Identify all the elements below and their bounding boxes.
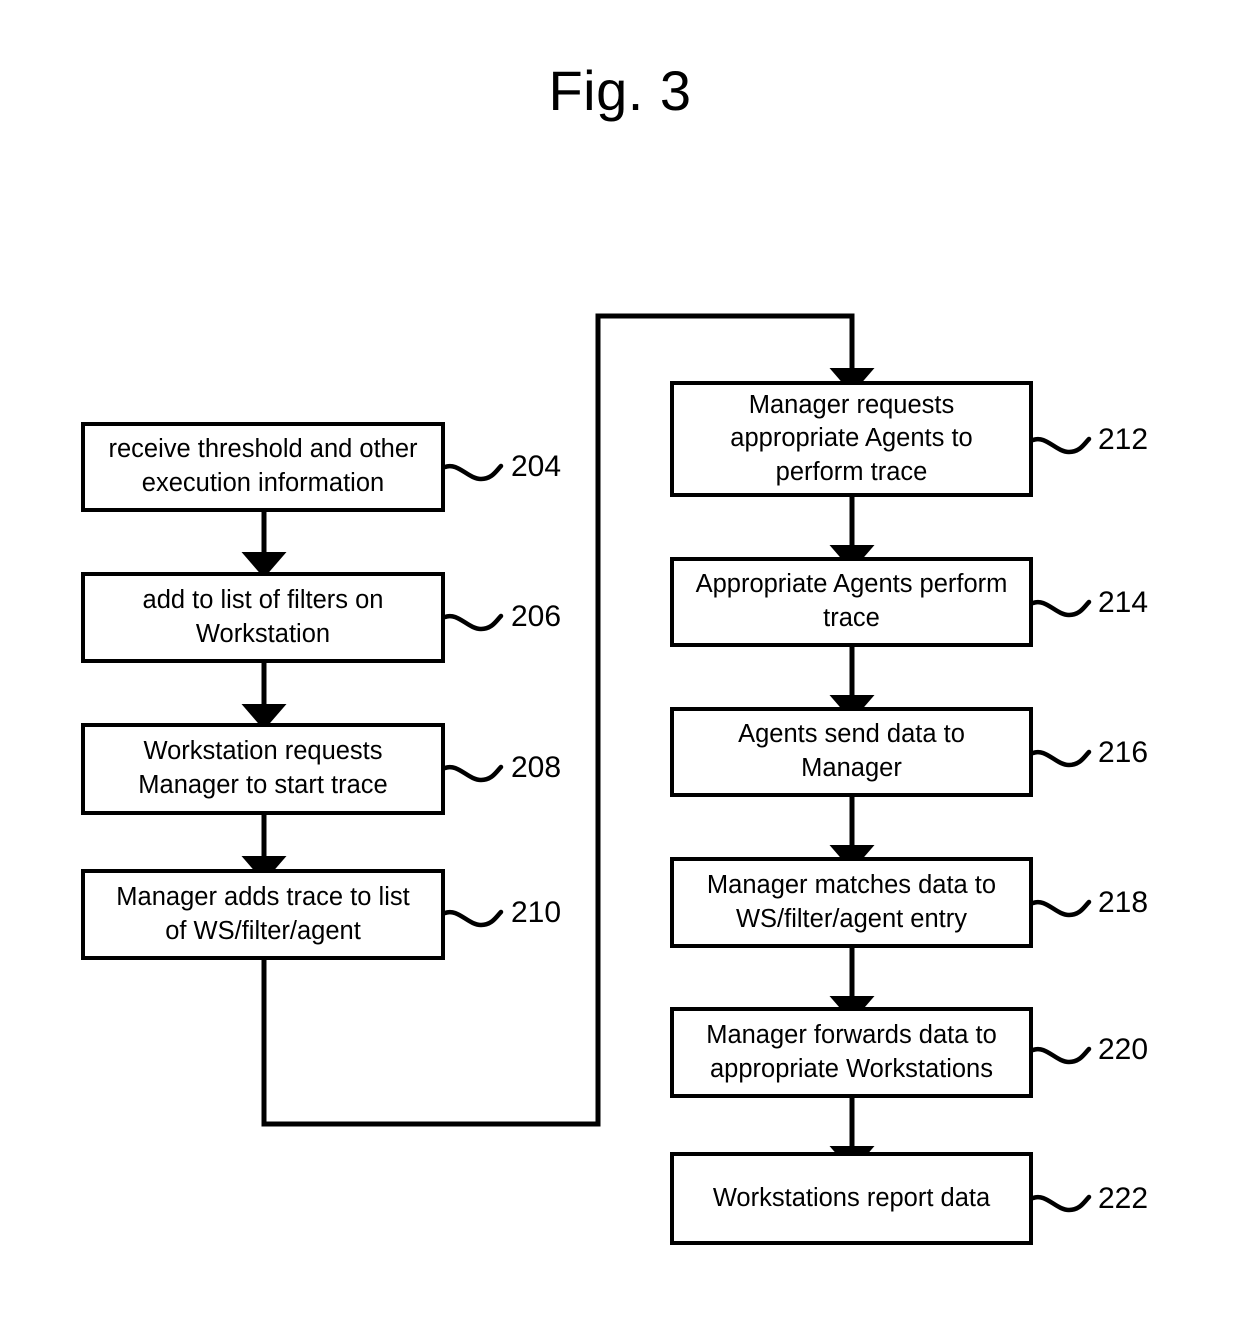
reference-numeral-216: 216 xyxy=(1098,736,1149,769)
flowchart-node-212-text: Manager requests appropriate Agents to p… xyxy=(730,390,973,486)
ref-leader-218 xyxy=(1030,899,1092,918)
flowchart-node-212[interactable]: Manager requests appropriate Agents to p… xyxy=(670,381,1033,497)
ref-leader-220 xyxy=(1030,1046,1092,1065)
flowchart-node-210-text: Manager adds trace to list of WS/filter/… xyxy=(116,882,410,945)
flowchart-node-214[interactable]: Appropriate Agents perform trace xyxy=(670,557,1033,647)
reference-numeral-218: 218 xyxy=(1098,886,1149,919)
reference-numeral-220: 220 xyxy=(1098,1033,1149,1066)
ref-leader-210 xyxy=(442,909,504,928)
flowchart-node-222-text: Workstations report data xyxy=(712,1183,991,1212)
flowchart-node-214-text: Appropriate Agents perform trace xyxy=(695,570,1008,632)
flowchart-node-218-text: Manager matches data to WS/filter/agent … xyxy=(706,870,997,933)
flowchart-node-210[interactable]: Manager adds trace to list of WS/filter/… xyxy=(81,869,445,960)
flowchart-node-220-text: Manager forwards data to appropriate Wor… xyxy=(706,1020,997,1083)
flowchart-node-204-text: receive threshold and other execution in… xyxy=(108,435,418,497)
reference-numeral-204: 204 xyxy=(511,450,562,483)
ref-leader-214 xyxy=(1030,599,1092,618)
flowchart-node-206-text: add to list of filters on Workstation xyxy=(142,585,384,648)
ref-leader-212 xyxy=(1030,436,1092,455)
ref-leader-222 xyxy=(1030,1194,1092,1213)
ref-leader-206 xyxy=(442,613,504,632)
flowchart-node-222[interactable]: Workstations report data xyxy=(670,1152,1033,1245)
ref-leader-204 xyxy=(442,463,504,482)
reference-numeral-210: 210 xyxy=(511,896,562,929)
flowchart-node-204[interactable]: receive threshold and other execution in… xyxy=(81,422,445,512)
ref-leader-208 xyxy=(442,764,504,783)
reference-numeral-212: 212 xyxy=(1098,423,1149,456)
flowchart-node-206[interactable]: add to list of filters on Workstation xyxy=(81,572,445,663)
flowchart-node-208-text: Workstation requests Manager to start tr… xyxy=(138,737,388,799)
reference-numeral-206: 206 xyxy=(511,600,562,633)
flowchart-node-220[interactable]: Manager forwards data to appropriate Wor… xyxy=(670,1007,1033,1098)
flowchart-node-216-text: Agents send data to Manager xyxy=(738,720,965,782)
flowchart-node-218[interactable]: Manager matches data to WS/filter/agent … xyxy=(670,857,1033,948)
ref-leader-216 xyxy=(1030,749,1092,768)
flowchart-node-208[interactable]: Workstation requests Manager to start tr… xyxy=(81,723,445,815)
flowchart-node-216[interactable]: Agents send data to Manager xyxy=(670,707,1033,797)
reference-numeral-222: 222 xyxy=(1098,1182,1149,1215)
figure-canvas: Fig. 3 receive threshold and other execu… xyxy=(0,0,1240,1318)
reference-numeral-208: 208 xyxy=(511,751,562,784)
reference-numeral-214: 214 xyxy=(1098,586,1149,619)
